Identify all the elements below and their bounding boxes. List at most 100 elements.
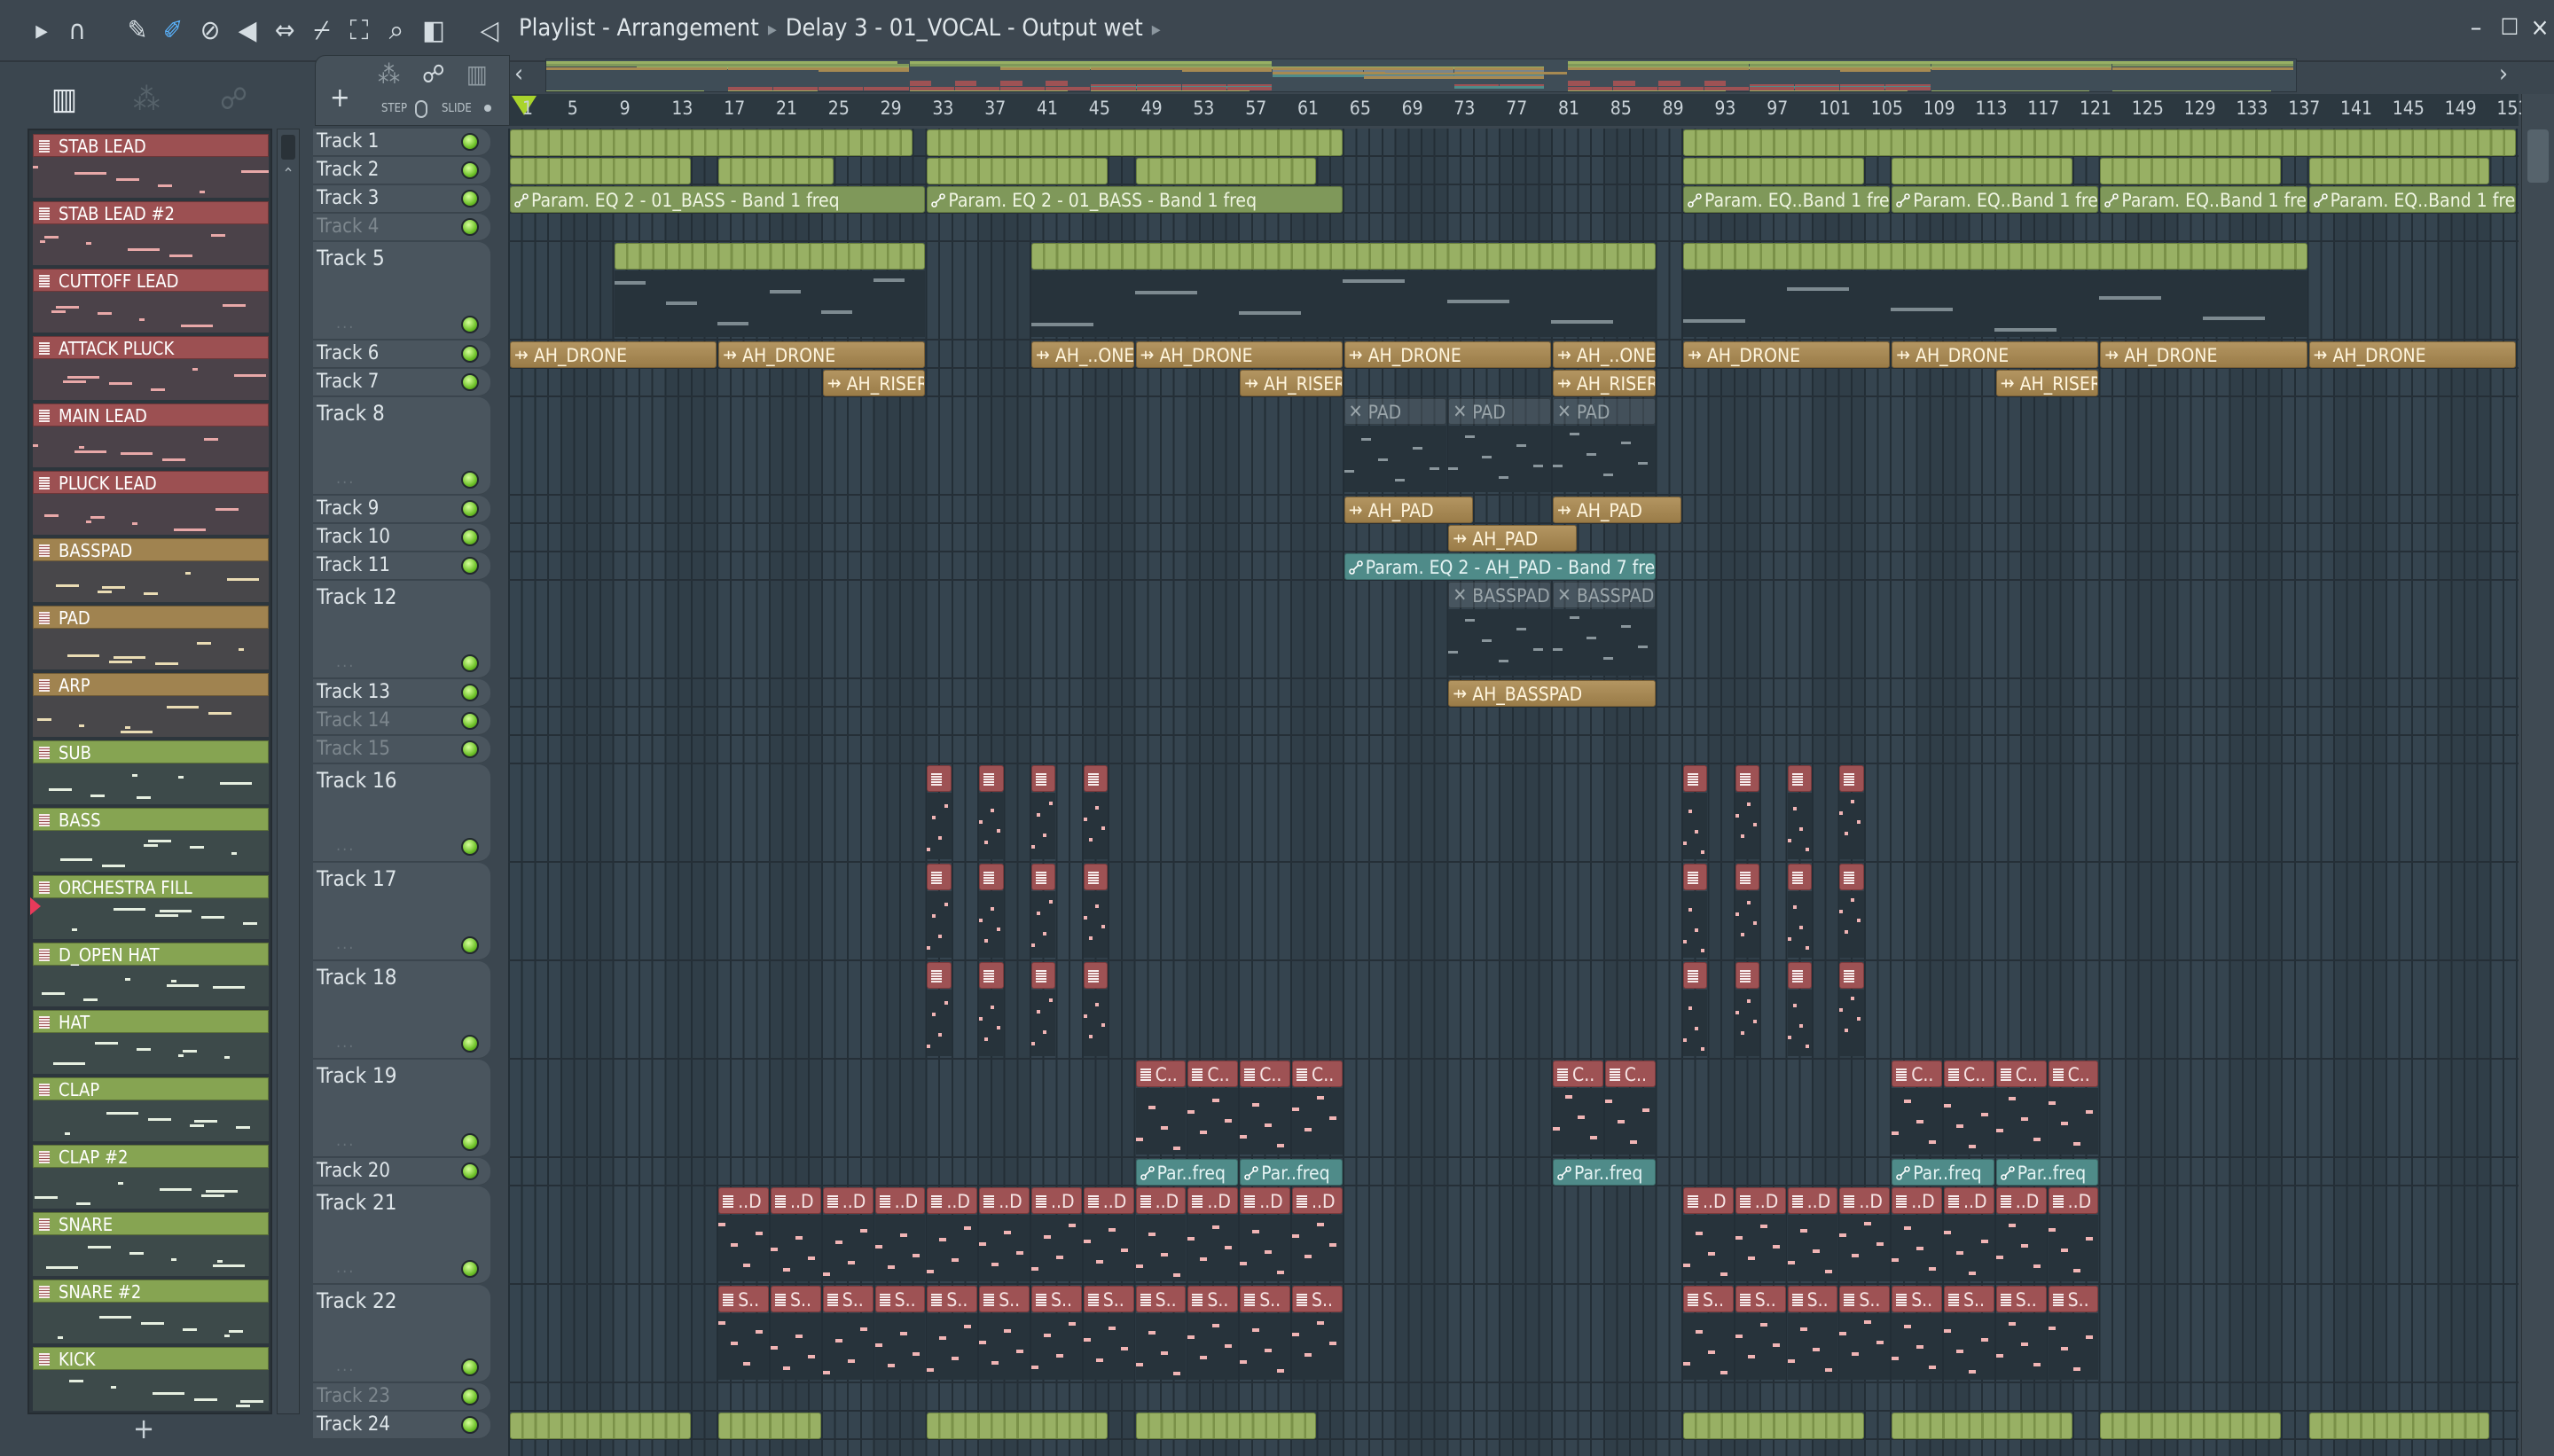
channel-name-button[interactable]: STAB LEAD #2 bbox=[33, 201, 269, 224]
channel-name-button[interactable]: PAD bbox=[33, 606, 269, 629]
channel-step-preview[interactable] bbox=[33, 292, 269, 333]
pattern-clip[interactable]: ..D bbox=[718, 1187, 769, 1214]
automation-clip[interactable]: Param. EQ..Band 1 freq bbox=[1683, 186, 1891, 213]
track-header[interactable]: Track 4 bbox=[313, 214, 490, 241]
track-header[interactable]: Track 16... bbox=[313, 764, 490, 862]
channel-step-preview[interactable] bbox=[33, 629, 269, 669]
track-enable-led[interactable] bbox=[461, 471, 479, 489]
pattern-clip[interactable]: ..D bbox=[1995, 1187, 2047, 1214]
channel-step-preview[interactable] bbox=[33, 898, 269, 939]
channel-name-button[interactable]: KICK bbox=[33, 1347, 269, 1370]
track-header[interactable]: Track 8... bbox=[313, 397, 490, 495]
track-enable-led[interactable] bbox=[461, 712, 479, 730]
channel-name-button[interactable]: MAIN LEAD bbox=[33, 403, 269, 427]
pattern-clip[interactable] bbox=[1839, 765, 1864, 792]
track-row[interactable] bbox=[508, 214, 2519, 242]
pattern-clip[interactable]: ..D bbox=[1683, 1187, 1734, 1214]
pattern-clip[interactable] bbox=[1683, 129, 2516, 156]
pattern-clip[interactable] bbox=[1735, 765, 1760, 792]
subtitle-label[interactable]: Delay 3 - 01_VOCAL - Output wet bbox=[786, 14, 1143, 42]
track-options-icon[interactable]: ... bbox=[336, 469, 355, 488]
pattern-clip[interactable] bbox=[1892, 158, 2072, 184]
channel-step-preview[interactable] bbox=[33, 224, 269, 265]
track-enable-led[interactable] bbox=[461, 1035, 479, 1053]
track-row[interactable] bbox=[508, 1060, 2519, 1158]
automation-clip[interactable]: Param. EQ 2 - 01_BASS - Band 1 freq bbox=[927, 186, 1343, 213]
scroll-handle[interactable] bbox=[2527, 129, 2549, 183]
pattern-clip[interactable] bbox=[2308, 1413, 2490, 1439]
pattern-clip[interactable] bbox=[1683, 243, 2307, 270]
automation-clip[interactable]: Param. EQ..Band 1 freq bbox=[2100, 186, 2307, 213]
add-track-button[interactable]: + bbox=[330, 82, 350, 114]
channel-step-preview[interactable] bbox=[33, 1303, 269, 1343]
automation-clip[interactable]: Param. EQ..Band 1 freq bbox=[1892, 186, 2099, 213]
pattern-clip[interactable] bbox=[979, 864, 1004, 890]
pattern-clip[interactable] bbox=[1683, 864, 1708, 890]
automation-clip[interactable]: Par..freq bbox=[1892, 1159, 1994, 1186]
audio-clip[interactable]: ⇸ AH_DRONE bbox=[1135, 341, 1343, 368]
automation-clip[interactable]: Param. EQ 2 - 01_BASS - Band 1 freq bbox=[510, 186, 926, 213]
track-enable-led[interactable] bbox=[461, 684, 479, 701]
track-row[interactable] bbox=[508, 736, 2519, 764]
pattern-clip[interactable] bbox=[1083, 765, 1109, 792]
track-enable-led[interactable] bbox=[461, 1260, 479, 1278]
pattern-clip[interactable] bbox=[1083, 962, 1109, 989]
channel-step-preview[interactable] bbox=[33, 1235, 269, 1276]
pattern-clip[interactable]: ..D bbox=[1135, 1187, 1187, 1214]
channel-orchestra-fill[interactable]: ORCHESTRA FILL bbox=[33, 875, 269, 939]
audio-clip[interactable]: ⇸ AH_RISER bbox=[1240, 370, 1343, 396]
pattern-clip[interactable]: ..D bbox=[1031, 1187, 1082, 1214]
maximize-button[interactable]: □ bbox=[2494, 12, 2526, 37]
speaker-icon[interactable]: ◁ bbox=[474, 16, 505, 46]
channel-name-button[interactable]: SNARE bbox=[33, 1212, 269, 1235]
track-header[interactable]: Track 20 bbox=[313, 1158, 490, 1186]
pattern-clip[interactable]: S.. bbox=[1735, 1286, 1786, 1312]
track-options-icon[interactable]: ... bbox=[336, 1033, 355, 1052]
pattern-clip[interactable]: C.. bbox=[1892, 1061, 1942, 1087]
channel-sub[interactable]: SUB bbox=[33, 740, 269, 804]
pattern-clip[interactable] bbox=[1031, 962, 1056, 989]
pattern-clip[interactable] bbox=[2100, 1413, 2282, 1439]
automation-clip[interactable]: Par..freq bbox=[1240, 1159, 1343, 1186]
pattern-clip[interactable] bbox=[979, 765, 1004, 792]
track-header[interactable]: Track 5... bbox=[313, 242, 490, 340]
automation-icon[interactable]: ☍ bbox=[220, 82, 247, 117]
playlist-grid[interactable]: Param. EQ 2 - 01_BASS - Band 1 freq Param… bbox=[508, 129, 2519, 1456]
pattern-clip[interactable]: ..D bbox=[771, 1187, 821, 1214]
track-row[interactable] bbox=[508, 863, 2519, 961]
track-header[interactable]: Track 17... bbox=[313, 863, 490, 960]
pattern-clip[interactable] bbox=[1892, 1413, 2072, 1439]
piano-icon[interactable]: ▥ bbox=[466, 59, 488, 89]
step-toggle[interactable] bbox=[415, 100, 427, 118]
pattern-clip[interactable]: ..D bbox=[1839, 1187, 1891, 1214]
pattern-clip[interactable] bbox=[1031, 864, 1056, 890]
close-button[interactable]: × bbox=[2524, 12, 2554, 42]
track-row[interactable] bbox=[508, 1158, 2519, 1186]
pattern-clip[interactable]: ..D bbox=[927, 1187, 978, 1214]
audio-clip[interactable]: ⇸ AH_..ONE bbox=[1553, 341, 1656, 368]
channel-name-button[interactable]: SNARE #2 bbox=[33, 1280, 269, 1303]
track-enable-led[interactable] bbox=[461, 133, 479, 151]
ghost-clip[interactable]: ✕ PAD bbox=[1448, 398, 1551, 425]
pattern-clip[interactable] bbox=[614, 243, 926, 270]
channel-name-button[interactable]: STAB LEAD bbox=[33, 134, 269, 157]
pattern-clip[interactable]: ..D bbox=[822, 1187, 874, 1214]
track-row[interactable] bbox=[508, 1383, 2519, 1412]
pattern-clip[interactable] bbox=[927, 1413, 1109, 1439]
pattern-clip[interactable]: C.. bbox=[1240, 1061, 1290, 1087]
channel-step-preview[interactable] bbox=[33, 1033, 269, 1074]
pattern-clip[interactable] bbox=[1683, 765, 1708, 792]
pattern-clip[interactable] bbox=[510, 1413, 691, 1439]
track-header[interactable]: Track 7 bbox=[313, 369, 490, 396]
audio-clip[interactable]: ⇸ AH_..ONE bbox=[1031, 341, 1134, 368]
channel-clap-2[interactable]: CLAP #2 bbox=[33, 1145, 269, 1209]
delete-icon[interactable]: ⊘ bbox=[195, 16, 225, 46]
track-header[interactable]: Track 19... bbox=[313, 1060, 490, 1157]
channel-kick[interactable]: KICK bbox=[33, 1347, 269, 1411]
pattern-clip[interactable]: ..D bbox=[1187, 1187, 1239, 1214]
pattern-clip[interactable]: S.. bbox=[718, 1286, 769, 1312]
channel-hat[interactable]: HAT bbox=[33, 1010, 269, 1074]
track-header[interactable]: Track 21... bbox=[313, 1186, 490, 1284]
pattern-clip[interactable]: S.. bbox=[874, 1286, 926, 1312]
track-enable-led[interactable] bbox=[461, 740, 479, 758]
